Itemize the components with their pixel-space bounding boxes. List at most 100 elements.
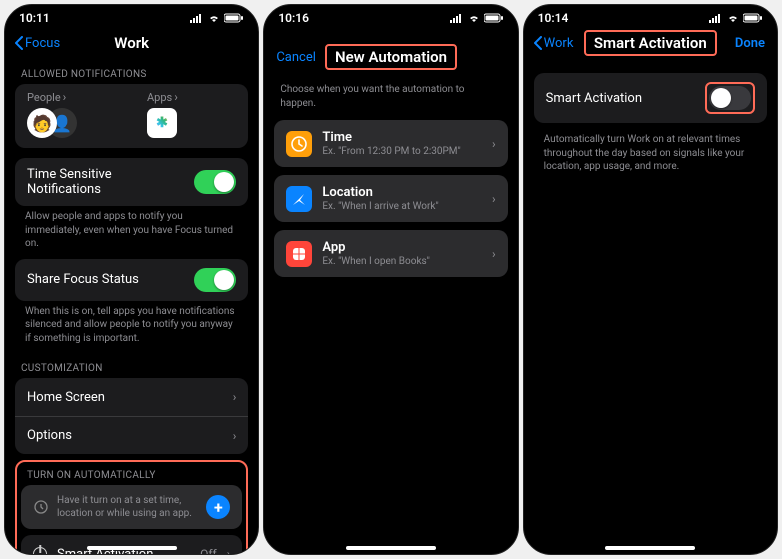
highlight-auto-section: TURN ON AUTOMATICALLY Have it turn on at… (15, 460, 248, 554)
chevron-right-icon: › (63, 90, 67, 104)
nav-title: New Automation (325, 44, 457, 70)
section-header-allowed: ALLOWED NOTIFICATIONS (15, 59, 248, 84)
chevron-right-icon: › (233, 429, 237, 443)
chevron-right-icon: › (492, 247, 496, 261)
nav-title: Work (114, 34, 149, 52)
chevron-left-icon (15, 36, 23, 50)
wifi-icon (467, 13, 481, 23)
options-label: Options (27, 428, 223, 443)
automation-prompt: Choose when you want the automation to h… (274, 73, 507, 120)
app-icon-slack: ✱ (147, 108, 177, 138)
cancel-button[interactable]: Cancel (276, 50, 316, 65)
battery-icon (224, 13, 244, 23)
time-sensitive-row[interactable]: Time Sensitive Notifications (15, 158, 248, 206)
chevron-right-icon: › (227, 547, 231, 554)
share-status-label: Share Focus Status (27, 272, 184, 287)
chevron-right-icon: › (233, 390, 237, 404)
battery-icon (484, 13, 504, 23)
nav-bar: Focus Work (5, 27, 258, 59)
smart-activation-card: Smart Activation (534, 73, 767, 123)
wifi-icon (726, 13, 740, 23)
customization-card: Home Screen › Options › (15, 378, 248, 454)
option-subtitle: Ex. "From 12:30 PM to 2:30PM" (322, 146, 482, 157)
option-title: Location (322, 185, 482, 200)
home-indicator[interactable] (346, 546, 436, 550)
allowed-card: People› 🧑 👤 Apps› ✱ (15, 84, 248, 148)
auto-desc: Have it turn on at a set time, location … (57, 494, 198, 520)
options-row[interactable]: Options › (15, 416, 248, 454)
add-automation-button[interactable]: + (206, 495, 230, 519)
back-button[interactable]: Focus (15, 36, 60, 51)
share-status-card: Share Focus Status (15, 259, 248, 301)
screen-smart-activation: 10:14 Work Smart Activation Done Smart A… (523, 4, 778, 555)
smart-activation-row[interactable]: Smart Activation (534, 73, 767, 123)
section-header-auto: TURN ON AUTOMATICALLY (21, 466, 242, 485)
status-time: 10:14 (538, 11, 569, 25)
smart-activation-label: Smart Activation (546, 91, 695, 106)
home-indicator[interactable] (605, 546, 695, 550)
automation-icon (33, 499, 49, 515)
option-title: Time (322, 130, 482, 145)
done-button[interactable]: Done (735, 36, 765, 51)
auto-card: Have it turn on at a set time, location … (21, 485, 242, 529)
home-screen-label: Home Screen (27, 390, 223, 405)
status-indicators (450, 13, 504, 23)
automation-option-app[interactable]: App Ex. "When I open Books" › (274, 230, 507, 277)
time-sensitive-label: Time Sensitive Notifications (27, 167, 184, 197)
signal-icon (450, 13, 464, 23)
screen-work-focus: 10:11 Focus Work ALLOWED NOTIFICATIONS P… (4, 4, 259, 555)
automation-option-time[interactable]: Time Ex. "From 12:30 PM to 2:30PM" › (274, 120, 507, 167)
app-icon (286, 241, 312, 267)
smart-activation-value: Off (200, 547, 217, 554)
back-label: Focus (25, 36, 60, 51)
home-indicator[interactable] (87, 546, 177, 550)
time-sensitive-desc: Allow people and apps to notify you imme… (15, 206, 248, 259)
section-header-customization: CUSTOMIZATION (15, 353, 248, 378)
people-group[interactable]: People› 🧑 👤 (27, 90, 77, 138)
chevron-right-icon: › (174, 90, 178, 104)
nav-bar: Work Smart Activation Done (524, 27, 777, 59)
share-status-toggle[interactable] (194, 268, 236, 292)
option-title: App (322, 240, 482, 255)
status-indicators (190, 13, 244, 23)
chevron-right-icon: › (492, 137, 496, 151)
status-bar: 10:16 (264, 5, 517, 27)
scroll-area[interactable]: Choose when you want the automation to h… (264, 73, 517, 554)
wifi-icon (207, 13, 221, 23)
back-label: Work (544, 36, 574, 51)
option-subtitle: Ex. "When I arrive at Work" (322, 201, 482, 212)
avatar: 🧑 (27, 108, 57, 138)
scroll-area[interactable]: Smart Activation Automatically turn Work… (524, 59, 777, 554)
apps-label: Apps (147, 91, 172, 104)
status-bar: 10:14 (524, 5, 777, 27)
power-icon (33, 547, 47, 554)
home-screen-row[interactable]: Home Screen › (15, 378, 248, 416)
share-status-row[interactable]: Share Focus Status (15, 259, 248, 301)
battery-icon (743, 13, 763, 23)
signal-icon (190, 13, 204, 23)
time-sensitive-toggle[interactable] (194, 170, 236, 194)
people-label: People (27, 91, 61, 104)
share-status-desc: When this is on, tell apps you have noti… (15, 301, 248, 354)
scroll-area[interactable]: ALLOWED NOTIFICATIONS People› 🧑 👤 Apps› … (5, 59, 258, 554)
apps-group[interactable]: Apps› ✱ (147, 90, 178, 138)
back-button[interactable]: Work (534, 36, 574, 51)
status-time: 10:11 (19, 11, 50, 25)
option-subtitle: Ex. "When I open Books" (322, 256, 482, 267)
status-time: 10:16 (278, 11, 309, 25)
nav-bar: Cancel New Automation (264, 41, 517, 73)
smart-activation-toggle[interactable] (709, 86, 751, 110)
chevron-right-icon: › (492, 192, 496, 206)
location-icon (286, 186, 312, 212)
smart-activation-card: Smart Activation Off › (21, 535, 242, 554)
screen-new-automation: 10:16 Cancel New Automation Choose when … (263, 4, 518, 555)
nav-title: Smart Activation (584, 30, 717, 56)
automation-option-location[interactable]: Location Ex. "When I arrive at Work" › (274, 175, 507, 222)
smart-activation-row[interactable]: Smart Activation Off › (21, 535, 242, 554)
cancel-label: Cancel (276, 50, 316, 65)
status-indicators (709, 13, 763, 23)
clock-icon (286, 131, 312, 157)
chevron-left-icon (534, 36, 542, 50)
auto-add-row[interactable]: Have it turn on at a set time, location … (21, 485, 242, 529)
highlight-toggle (705, 82, 755, 114)
